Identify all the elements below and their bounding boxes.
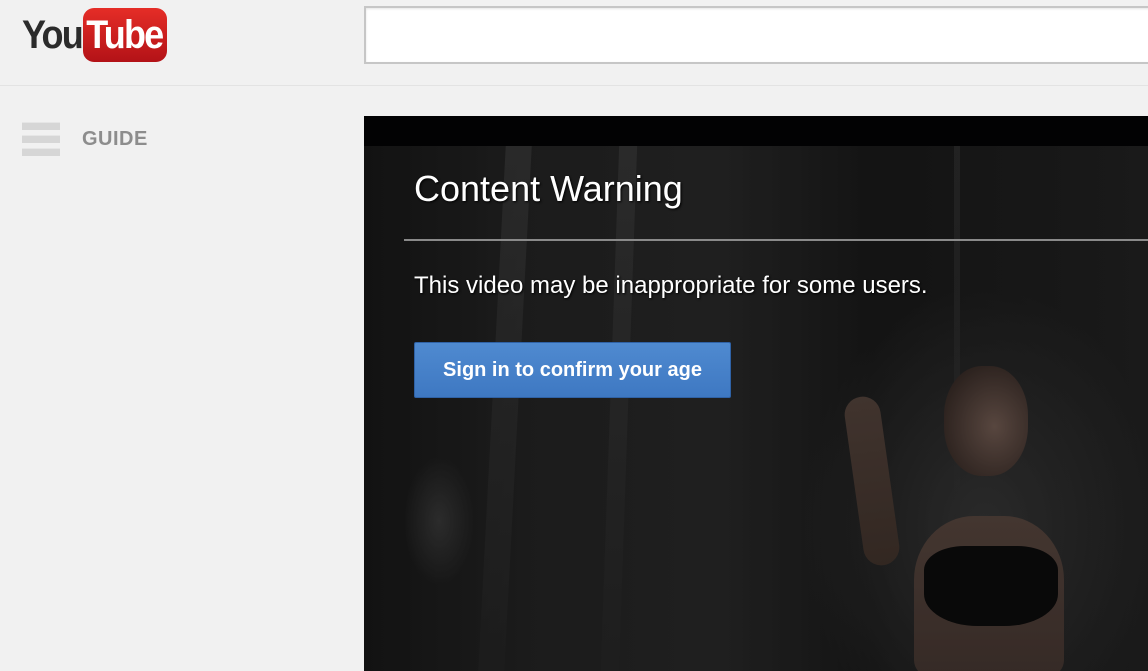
masthead: You Tube [0,0,1148,86]
warning-message: This video may be inappropriate for some… [414,272,928,299]
logo-you-text: You [22,12,84,57]
warning-divider [404,239,1148,241]
search-input[interactable] [366,8,1148,62]
video-player[interactable]: Content Warning This video may be inappr… [364,116,1148,671]
logo-tube-text: Tube [86,12,165,57]
logo-tube-box: Tube [82,8,167,62]
guide-toggle[interactable]: GUIDE [22,118,148,160]
guide-label: GUIDE [82,127,148,150]
youtube-logo[interactable]: You Tube [22,6,167,64]
hamburger-icon [22,120,60,158]
content-warning-overlay: Content Warning This video may be inappr… [364,116,1148,671]
search-box [364,6,1148,64]
warning-title: Content Warning [414,168,683,209]
sign-in-confirm-age-button[interactable]: Sign in to confirm your age [414,342,731,398]
